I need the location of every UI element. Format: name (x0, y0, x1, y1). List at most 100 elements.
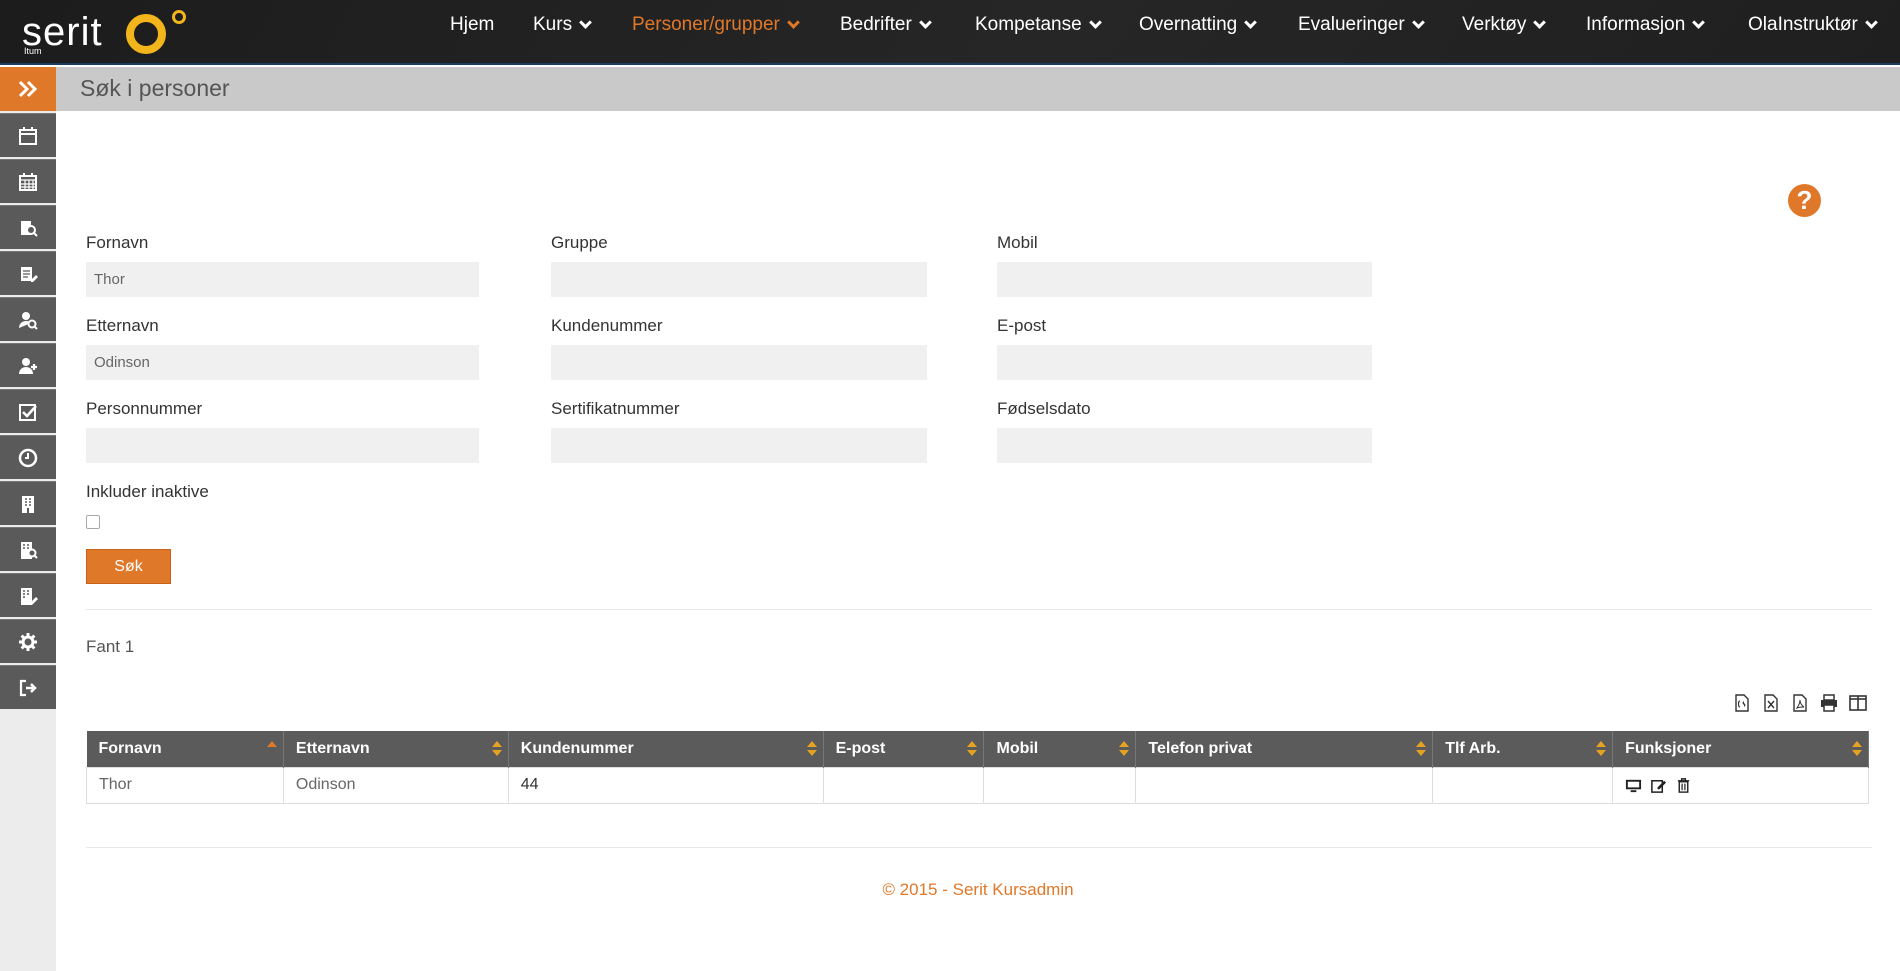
sidebar-item-logout[interactable] (0, 665, 56, 709)
fornavn-input[interactable] (86, 262, 479, 297)
sidebar-item-checklist[interactable] (0, 389, 56, 433)
kundenummer-input[interactable] (551, 345, 927, 380)
nav-hjem-label: Hjem (450, 14, 495, 35)
sort-asc-icon (266, 741, 277, 757)
results-table: Fornavn Etternavn Kundenummer E-post Mob… (86, 731, 1869, 804)
nav-bedrifter[interactable]: Bedrifter (840, 14, 932, 36)
epost-input[interactable] (997, 345, 1372, 380)
top-navbar: serit Itum Hjem Kurs Personer/grupper Be… (0, 0, 1900, 65)
column-header-funksjoner[interactable]: Funksjoner (1612, 731, 1869, 767)
sidebar-item-calendar-grid[interactable] (0, 159, 56, 203)
nav-user-menu[interactable]: OlaInstruktør (1748, 14, 1878, 36)
cell-funksjoner (1612, 766, 1869, 804)
chevron-down-icon (1533, 16, 1547, 29)
column-visibility-button[interactable] (1847, 692, 1869, 714)
sidebar (0, 67, 56, 971)
cell-epost (822, 766, 985, 804)
sidebar-item-person-search[interactable] (0, 297, 56, 341)
nav-evalueringer[interactable]: Evalueringer (1298, 14, 1425, 36)
personnummer-label: Personnummer (86, 399, 203, 418)
nav-hjem[interactable]: Hjem (450, 14, 494, 36)
nav-kurs[interactable]: Kurs (533, 14, 592, 36)
nav-kompetanse[interactable]: Kompetanse (975, 14, 1102, 36)
column-header-mobil[interactable]: Mobil (983, 731, 1137, 767)
column-header-label: Etternavn (295, 739, 370, 757)
divider (86, 847, 1872, 848)
column-header-label: Kundenummer (520, 739, 634, 757)
gruppe-input[interactable] (551, 262, 927, 297)
column-header-label: Telefon privat (1148, 739, 1253, 757)
course-edit-icon (21, 266, 38, 282)
chevron-down-icon (1411, 16, 1425, 29)
results-count: Fant 1 (86, 637, 135, 656)
sign-out-icon (19, 679, 37, 696)
print-button[interactable] (1818, 692, 1840, 714)
chevron-down-icon (918, 16, 932, 29)
inkluder-inaktive-checkbox[interactable] (86, 515, 100, 529)
sidebar-item-course-search[interactable] (0, 205, 56, 249)
sidebar-item-history[interactable] (0, 435, 56, 479)
building-search-icon (21, 541, 38, 559)
nav-personer-grupper[interactable]: Personer/grupper (632, 14, 800, 36)
chevron-down-icon (1692, 16, 1706, 29)
personnummer-input[interactable] (86, 428, 479, 463)
clock-icon (18, 448, 38, 467)
mobil-input[interactable] (997, 262, 1372, 297)
table-row: Thor Odinson 44 (86, 766, 1869, 804)
sort-icon (491, 741, 502, 757)
sertifikatnummer-input[interactable] (551, 428, 927, 463)
file-csv-icon (1735, 694, 1749, 712)
help-icon[interactable]: ? (1788, 184, 1821, 217)
sidebar-item-calendar[interactable] (0, 113, 56, 157)
sort-icon (1852, 741, 1862, 757)
search-button[interactable]: Søk (86, 549, 171, 584)
edit-icon[interactable] (1650, 777, 1667, 794)
chevron-down-icon (1244, 16, 1258, 29)
table-header-row: Fornavn Etternavn Kundenummer E-post Mob… (86, 731, 1869, 767)
file-excel-icon (1764, 694, 1778, 712)
nav-overnatting[interactable]: Overnatting (1139, 14, 1258, 36)
nav-verktoy[interactable]: Verktøy (1462, 14, 1547, 36)
column-header-tlf-arb[interactable]: Tlf Arb. (1432, 731, 1614, 767)
sort-icon (1416, 741, 1427, 757)
sidebar-item-course-edit[interactable] (0, 251, 56, 295)
export-excel-button[interactable] (1760, 692, 1782, 714)
export-csv-button[interactable] (1731, 692, 1753, 714)
person-add-icon (19, 357, 37, 374)
etternavn-input[interactable] (86, 345, 479, 380)
sidebar-item-settings[interactable] (0, 619, 56, 663)
desktop-icon[interactable] (1625, 777, 1642, 794)
kundenummer-label: Kundenummer (551, 316, 663, 335)
serit-logo[interactable]: serit Itum (22, 8, 192, 58)
trash-icon[interactable] (1675, 777, 1692, 794)
column-header-epost[interactable]: E-post (823, 731, 985, 767)
sidebar-item-person-add[interactable] (0, 343, 56, 387)
etternavn-label: Etternavn (86, 316, 159, 335)
fodselsdato-input[interactable] (997, 428, 1372, 463)
chevron-down-icon (1088, 16, 1102, 29)
nav-bedrifter-label: Bedrifter (840, 14, 912, 35)
column-header-label: E-post (835, 739, 886, 757)
sidebar-item-companies[interactable] (0, 481, 56, 525)
sidebar-item-company-edit[interactable] (0, 573, 56, 617)
column-header-kundenummer[interactable]: Kundenummer (508, 731, 824, 767)
nav-kurs-label: Kurs (533, 14, 573, 35)
sidebar-item-company-search[interactable] (0, 527, 56, 571)
double-chevron-right-icon (18, 80, 38, 98)
footer-copyright: © 2015 - Serit Kursadmin (882, 880, 1074, 899)
column-header-telefon-privat[interactable]: Telefon privat (1135, 731, 1434, 767)
nav-personer-label: Personer/grupper (632, 14, 780, 35)
nav-informasjon[interactable]: Informasjon (1586, 14, 1706, 36)
cell-tlf-arb (1432, 766, 1614, 804)
column-header-label: Fornavn (98, 739, 162, 757)
nav-evalueringer-label: Evalueringer (1298, 14, 1405, 35)
export-pdf-button[interactable] (1789, 692, 1811, 714)
column-header-label: Funksjoner (1625, 739, 1712, 757)
cell-telefon-privat (1135, 766, 1434, 804)
sidebar-toggle-button[interactable] (0, 67, 56, 111)
chevron-down-icon (787, 16, 800, 29)
column-header-fornavn[interactable]: Fornavn (86, 731, 284, 767)
sort-icon (806, 741, 817, 757)
column-header-etternavn[interactable]: Etternavn (283, 731, 509, 767)
building-icon (22, 495, 34, 513)
